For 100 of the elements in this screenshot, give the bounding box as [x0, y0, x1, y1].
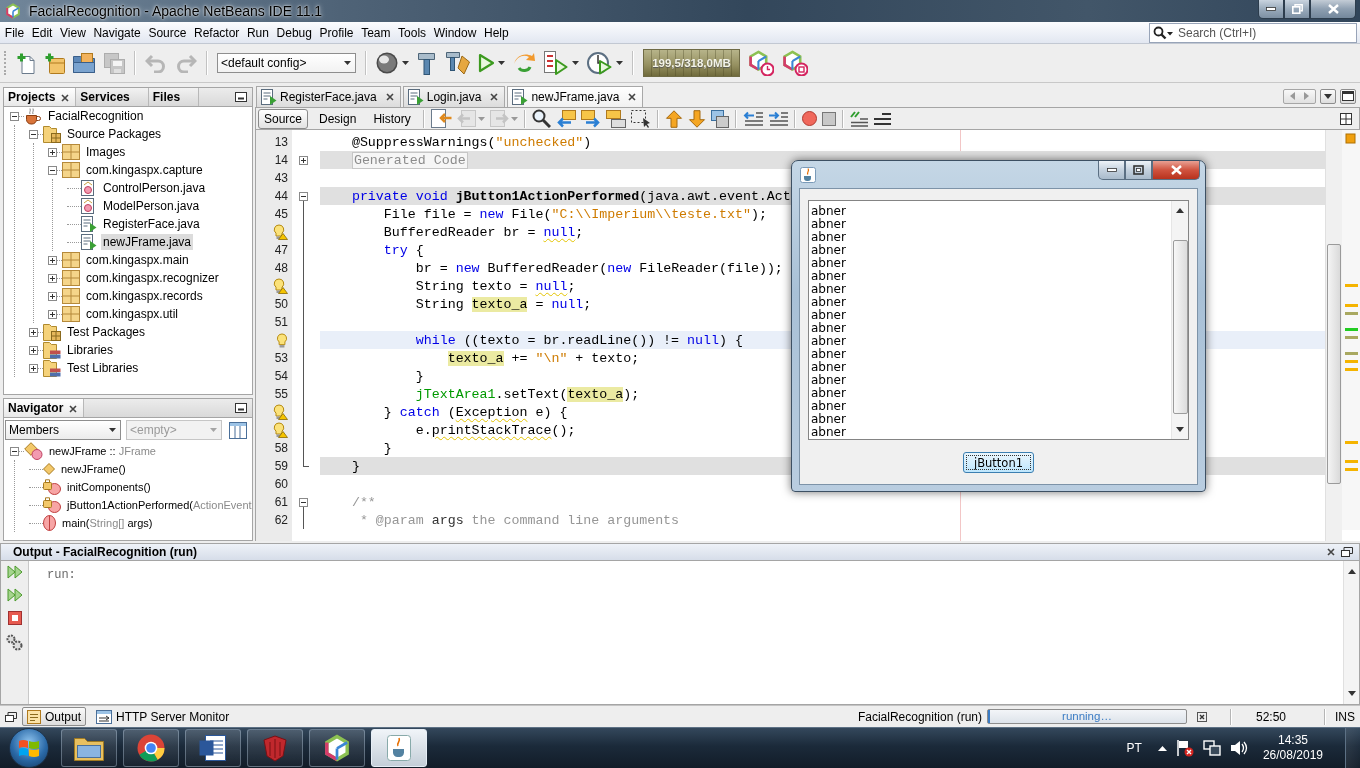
taskbar-button[interactable] [185, 729, 241, 767]
indent-left-icon[interactable] [742, 110, 763, 127]
tree-item[interactable]: com.kingaspx.capture [84, 162, 205, 178]
fold-toggle[interactable] [299, 498, 308, 507]
expand-toggle[interactable] [48, 147, 57, 157]
tree-item[interactable]: jButton1ActionPerformed(ActionEvent [65, 498, 252, 512]
indent-right-icon[interactable] [767, 110, 788, 127]
lightbulb-warning-icon[interactable] [273, 224, 288, 240]
restore-icon[interactable] [5, 711, 17, 722]
tree-item[interactable]: com.kingaspx.recognizer [84, 270, 221, 286]
taskbar-button[interactable] [309, 729, 365, 767]
tree-item[interactable]: com.kingaspx.records [84, 288, 205, 304]
expand-toggle[interactable] [48, 273, 57, 283]
expand-toggle[interactable] [48, 255, 57, 265]
arrow-up-icon[interactable] [1347, 569, 1356, 574]
caret-icon[interactable] [616, 61, 623, 65]
expand-toggle[interactable] [48, 309, 57, 319]
network-icon[interactable] [1202, 740, 1221, 756]
menu-item[interactable]: Navigate [89, 25, 145, 40]
arrow-up-icon[interactable] [1176, 208, 1184, 213]
maximize-button[interactable] [1125, 161, 1152, 180]
expand-toggle[interactable] [29, 327, 38, 337]
menu-item[interactable]: Refactor [190, 25, 244, 40]
expand-toggle[interactable] [10, 111, 19, 121]
tree-item[interactable]: Test Libraries [65, 360, 141, 376]
search-field[interactable]: Search (Ctrl+I) [1149, 22, 1357, 43]
maximize-button[interactable] [1340, 88, 1356, 104]
panel-icon[interactable] [229, 421, 247, 439]
tree-item[interactable]: initComponents() [65, 480, 153, 494]
editor-tab[interactable]: newJFrame.java [507, 86, 644, 107]
language-indicator[interactable]: PT [1126, 741, 1142, 755]
close-icon[interactable] [69, 404, 78, 413]
caret-icon[interactable] [572, 61, 579, 65]
page-arrow-icon[interactable] [430, 109, 452, 128]
tree-item[interactable]: newJFrame.java [101, 234, 194, 250]
taskbar-button[interactable] [61, 729, 117, 767]
editor-tab[interactable]: Login.java [402, 86, 506, 107]
bookmark-icon[interactable] [710, 109, 729, 128]
panel-tab[interactable]: Services [76, 88, 149, 106]
stop-icon[interactable] [821, 111, 836, 126]
close-icon[interactable] [61, 93, 70, 102]
document-plus-icon[interactable] [17, 52, 37, 74]
scroll-thumb[interactable] [1327, 244, 1341, 484]
text-lines-icon[interactable] [872, 112, 891, 125]
tree-item[interactable]: com.kingaspx.main [84, 252, 191, 268]
expand-toggle[interactable] [48, 291, 57, 301]
tree-item[interactable]: newJFrame() [59, 462, 128, 476]
menu-item[interactable]: Profile [315, 25, 358, 40]
tree-item[interactable]: FacialRecognition [46, 108, 146, 124]
show-desktop-button[interactable] [1345, 728, 1360, 768]
lightbulb-warning-icon[interactable] [273, 278, 288, 294]
tab-list-button[interactable] [1320, 88, 1336, 104]
scrollbar[interactable] [1343, 561, 1359, 704]
menu-item[interactable]: Run [243, 25, 273, 40]
cube-clock-icon[interactable] [748, 50, 774, 76]
lightbulb-warning-icon[interactable] [273, 404, 288, 420]
expand-toggle[interactable] [10, 446, 19, 456]
menu-item[interactable]: Help [480, 25, 513, 40]
clock-date[interactable]: 26/08/2019 [1262, 748, 1323, 763]
view-tab[interactable]: Source [258, 108, 309, 129]
cycle-arrows-icon[interactable] [513, 52, 536, 74]
comment-lines-icon[interactable] [849, 110, 868, 127]
tree-item[interactable]: main(String[] args) [60, 516, 155, 530]
box-plus-icon[interactable] [45, 52, 65, 74]
box-arrow-left-icon[interactable] [555, 109, 576, 128]
tree-item[interactable]: ControlPerson.java [101, 180, 208, 196]
menu-item[interactable]: Team [357, 25, 395, 40]
status-tab[interactable]: Output [22, 707, 87, 726]
double-play-icon[interactable] [6, 588, 23, 602]
stacked-boxes-icon[interactable] [605, 109, 626, 128]
search-icon[interactable] [1153, 25, 1173, 40]
fold-toggle[interactable] [299, 192, 308, 201]
box-arrow-right-icon[interactable] [580, 109, 601, 128]
minimize-button[interactable] [1098, 161, 1125, 180]
cube-stop-icon[interactable] [782, 50, 808, 76]
fold-toggle[interactable] [299, 156, 308, 165]
globe-icon[interactable] [376, 52, 398, 74]
scrollbar[interactable] [1171, 201, 1188, 439]
close-button[interactable] [1152, 161, 1200, 180]
arrow-down-icon[interactable] [1347, 691, 1356, 696]
expand-toggle[interactable] [29, 363, 38, 373]
hammer-broom-icon[interactable] [445, 51, 470, 75]
arrow-down-icon[interactable] [1176, 427, 1184, 432]
expand-toggle[interactable] [48, 165, 57, 175]
panel-tab[interactable]: Files [148, 88, 200, 106]
clock-time[interactable]: 14:35 [1277, 733, 1308, 748]
menu-item[interactable]: Window [429, 25, 481, 40]
tree-item[interactable]: com.kingaspx.util [84, 306, 181, 322]
menu-item[interactable]: File [1, 25, 28, 40]
action-button[interactable]: jButton1 [963, 452, 1034, 473]
flag-alert-icon[interactable] [1175, 739, 1194, 757]
expand-toggle[interactable] [29, 129, 38, 139]
restore-button[interactable] [1284, 0, 1310, 19]
scroll-thumb[interactable] [1172, 240, 1188, 414]
close-button[interactable] [1310, 0, 1356, 19]
text-area[interactable]: abner abner abner abner abner abner abner abner abner abner abner abner abner abner abner abner abner abner [808, 200, 1189, 440]
tree-item[interactable]: Images [84, 144, 128, 160]
stopwatch-play-icon[interactable] [587, 51, 612, 75]
search-icon[interactable] [531, 109, 551, 128]
menu-item[interactable]: Edit [27, 25, 57, 40]
